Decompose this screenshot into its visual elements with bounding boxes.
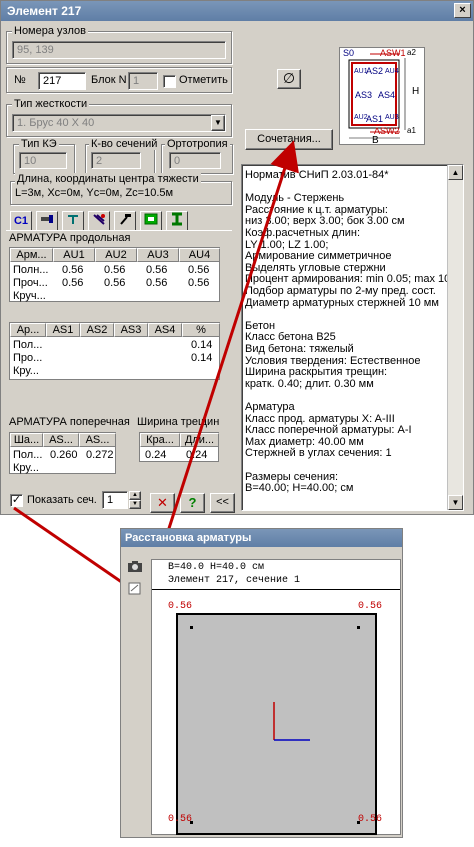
- axis-icon: [273, 702, 310, 741]
- placement-canvas: B=40.0 H=40.0 см Элемент 217, сечение 1 …: [151, 559, 401, 835]
- export-icon[interactable]: [127, 581, 143, 595]
- placement-dimensions: B=40.0 H=40.0 см: [168, 562, 265, 573]
- rebar-value-top-right: 0.56: [358, 601, 383, 612]
- rebar-dot: [357, 626, 360, 629]
- rebar-placement-window: Расстановка арматуры B=40.0 H=40.0 см Эл…: [120, 528, 403, 838]
- divider: [152, 589, 400, 590]
- placement-title: Расстановка арматуры: [125, 532, 252, 544]
- rebar-value-bottom-right: 0.56: [358, 814, 383, 825]
- camera-icon[interactable]: [127, 559, 143, 573]
- rebar-value-bottom-left: 0.56: [168, 814, 193, 825]
- placement-element: Элемент 217, сечение 1: [168, 575, 301, 586]
- placement-titlebar: Расстановка арматуры: [121, 529, 402, 547]
- rebar-value-top-left: 0.56: [168, 601, 193, 612]
- rebar-dot: [190, 626, 193, 629]
